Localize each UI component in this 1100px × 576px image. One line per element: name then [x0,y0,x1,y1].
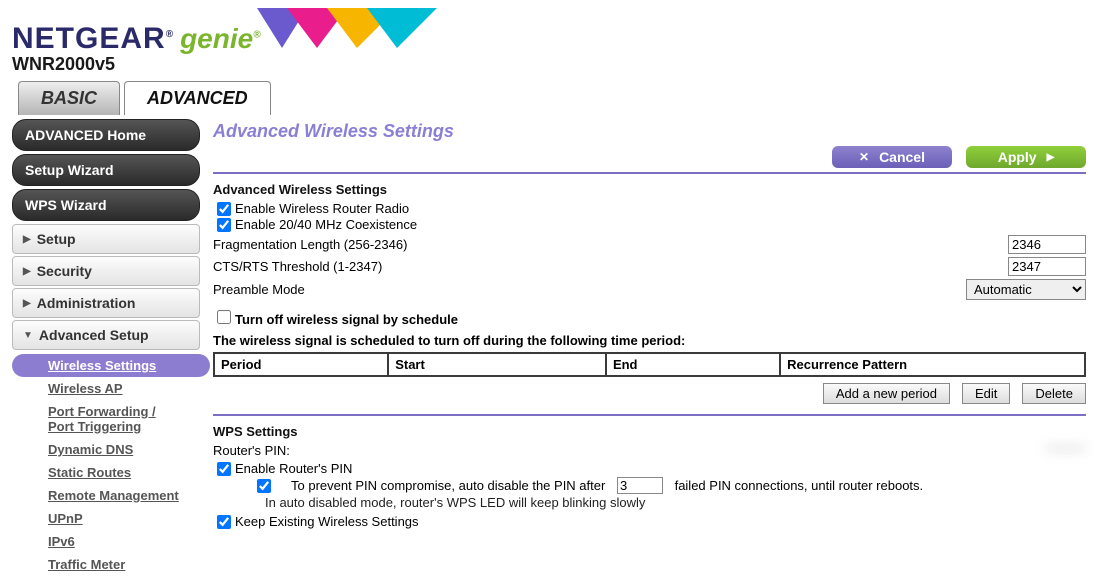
sidebar-wps-wizard[interactable]: WPS Wizard [12,189,200,221]
brand-netgear: NETGEAR® [12,22,174,56]
sidebar: ADVANCED Home Setup Wizard WPS Wizard ▶S… [0,115,205,576]
col-recurrence: Recurrence Pattern [780,353,1085,376]
fragmentation-label: Fragmentation Length (256-2346) [213,237,407,252]
sidebar-group-setup[interactable]: ▶Setup [12,224,200,254]
edit-period-button[interactable]: Edit [962,383,1010,404]
play-icon: ▶ [1047,152,1055,163]
enable-router-pin-label: Enable Router's PIN [235,461,352,476]
sidebar-item-dynamic-dns[interactable]: Dynamic DNS [12,438,205,461]
enable-radio-label: Enable Wireless Router Radio [235,201,409,216]
section-wps: WPS Settings [213,424,1086,439]
close-icon: ✕ [859,150,869,164]
enable-coex-label: Enable 20/40 MHz Coexistence [235,217,417,232]
logo-triangles-icon [257,8,457,48]
fragmentation-input[interactable] [1008,235,1086,254]
auto-disable-pin-prefix: To prevent PIN compromise, auto disable … [291,478,605,493]
sidebar-item-remote-management[interactable]: Remote Management [12,484,205,507]
sidebar-item-wireless-settings[interactable]: Wireless Settings [12,354,210,377]
col-start: Start [388,353,606,376]
ctsrts-label: CTS/RTS Threshold (1-2347) [213,259,382,274]
content-panel: Advanced Wireless Settings ✕Cancel Apply… [205,115,1100,576]
chevron-right-icon: ▶ [23,266,31,277]
schedule-off-checkbox[interactable] [217,310,231,324]
sidebar-group-administration[interactable]: ▶Administration [12,288,200,318]
sidebar-setup-wizard[interactable]: Setup Wizard [12,154,200,186]
auto-disable-pin-checkbox[interactable] [241,479,287,493]
enable-router-pin-checkbox[interactable] [217,462,231,476]
tab-basic[interactable]: BASIC [18,81,120,115]
page-title: Advanced Wireless Settings [213,121,1086,142]
preamble-label: Preamble Mode [213,282,305,297]
sidebar-group-security[interactable]: ▶Security [12,256,200,286]
schedule-note: The wireless signal is scheduled to turn… [213,333,1086,348]
sidebar-group-advanced-setup[interactable]: ▼Advanced Setup [12,320,200,350]
keep-settings-checkbox[interactable] [217,515,231,529]
col-end: End [606,353,780,376]
sidebar-item-static-routes[interactable]: Static Routes [12,461,205,484]
col-period: Period [214,353,388,376]
chevron-right-icon: ▶ [23,234,31,245]
tab-advanced[interactable]: ADVANCED [124,81,271,115]
chevron-down-icon: ▼ [23,330,33,341]
schedule-table: Period Start End Recurrence Pattern [213,352,1086,377]
sidebar-advanced-home[interactable]: ADVANCED Home [12,119,200,151]
sidebar-item-upnp[interactable]: UPnP [12,507,205,530]
brand-logo: NETGEAR® genie® WNR2000v5 [12,8,457,75]
keep-settings-label: Keep Existing Wireless Settings [235,514,419,529]
enable-coex-checkbox[interactable] [217,218,231,232]
delete-period-button[interactable]: Delete [1022,383,1086,404]
schedule-actions: Add a new period Edit Delete [213,383,1086,404]
add-period-button[interactable]: Add a new period [823,383,950,404]
pin-fail-count-input[interactable] [617,477,663,494]
divider [213,414,1086,416]
cancel-button[interactable]: ✕Cancel [832,146,952,168]
schedule-off-label: Turn off wireless signal by schedule [235,312,458,327]
divider [213,172,1086,174]
sidebar-item-wireless-ap[interactable]: Wireless AP [12,377,205,400]
ctsrts-input[interactable] [1008,257,1086,276]
model-label: WNR2000v5 [12,54,457,75]
chevron-right-icon: ▶ [23,298,31,309]
preamble-select[interactable]: Automatic [966,279,1086,300]
sidebar-item-port-forwarding[interactable]: Port Forwarding / Port Triggering [12,400,205,438]
apply-button[interactable]: Apply▶ [966,146,1086,168]
wps-led-note: In auto disabled mode, router's WPS LED … [265,495,1086,510]
section-advanced-wireless: Advanced Wireless Settings [213,182,1086,197]
router-pin-value: ******** [1046,443,1086,458]
sidebar-item-ipv6[interactable]: IPv6 [12,530,205,553]
main-tabs: BASIC ADVANCED [18,81,1100,115]
enable-radio-checkbox[interactable] [217,202,231,216]
action-bar: ✕Cancel Apply▶ [213,146,1086,168]
sidebar-item-traffic-meter[interactable]: Traffic Meter [12,553,205,576]
router-pin-label: Router's PIN: [213,443,290,458]
brand-genie: genie® [180,23,261,55]
auto-disable-pin-suffix: failed PIN connections, until router reb… [675,478,924,493]
sidebar-sublist-advanced-setup: Wireless Settings Wireless AP Port Forwa… [12,354,205,576]
